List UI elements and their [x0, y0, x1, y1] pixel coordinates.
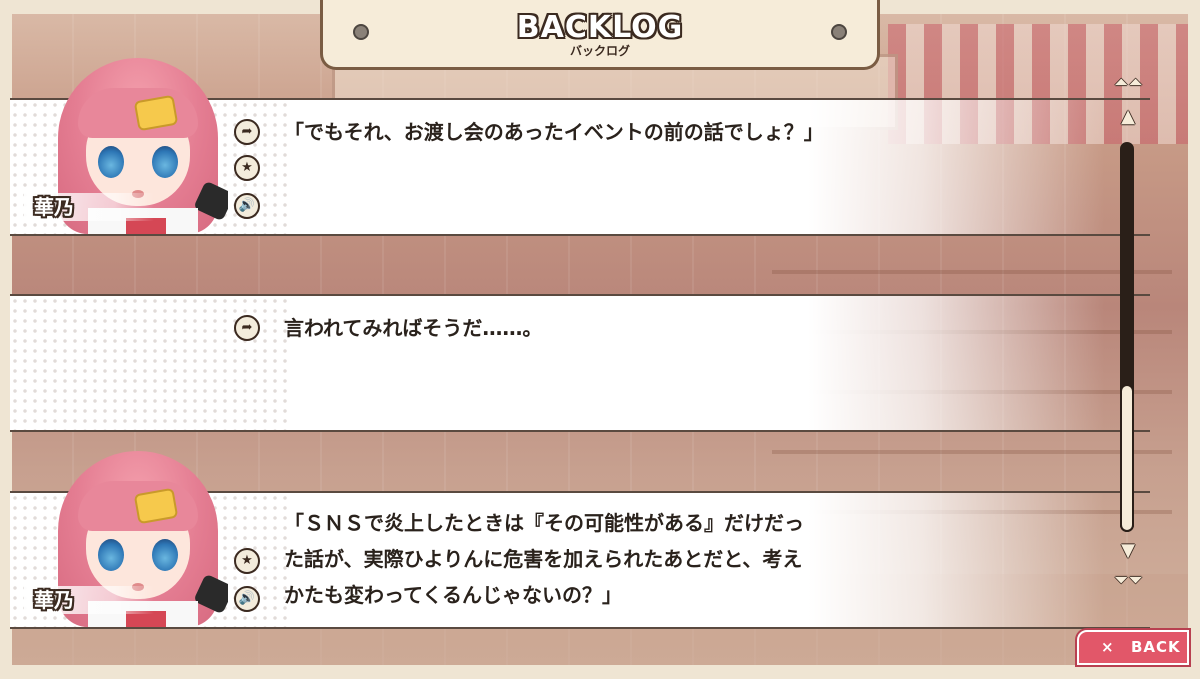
jump-icon[interactable]: ➦ [234, 119, 260, 145]
header-tab: BACKLOG バックログ [320, 0, 880, 70]
back-button-label: BACK [1131, 638, 1181, 656]
back-button[interactable]: × BACK [1077, 630, 1189, 665]
dialogue-line: かたも変わってくるんじゃないの？」 [284, 583, 622, 607]
page-subtitle: バックログ [569, 44, 630, 58]
speaker-name: 華乃 [24, 586, 154, 614]
scrollbar-thumb[interactable] [1120, 384, 1134, 532]
voice-icon[interactable]: 🔊 [234, 586, 260, 612]
speaker-name: 華乃 [24, 193, 154, 221]
scroll-to-bottom-button[interactable]: ⏷⏷ [1114, 572, 1143, 590]
dialogue-line: 「ＳＮＳで炎上したときは『その可能性がある』だけだっ [284, 511, 804, 535]
jump-icon[interactable]: ➦ [234, 315, 260, 341]
scroll-down-button[interactable]: ▼ [1114, 542, 1142, 560]
favorite-icon[interactable]: ★ [234, 548, 260, 574]
scroll-to-top-button[interactable]: ⏶⏶ [1114, 74, 1143, 92]
backlog-frame: BACKLOG バックログ 華乃 ➦ ★ 🔊 「でもそれ、お渡し会のあったイベン… [0, 0, 1200, 679]
dialogue-line: た話が、実際ひよりんに危害を加えられたあとだと、考え [284, 547, 803, 571]
backlog-entry: ➦ 言われてみればそうだ……。 [10, 294, 1150, 432]
page-title: BACKLOG [516, 10, 684, 45]
dialogue-line: 「でもそれ、お渡し会のあったイベントの前の話でしょ？」 [284, 120, 824, 144]
close-icon: × [1101, 638, 1114, 656]
favorite-icon[interactable]: ★ [234, 155, 260, 181]
dialogue-line: 言われてみればそうだ……。 [284, 316, 543, 340]
voice-icon[interactable]: 🔊 [234, 193, 260, 219]
backlog-entry: 華乃 ➦ ★ 🔊 「でもそれ、お渡し会のあったイベントの前の話でしょ？」 [10, 58, 1150, 236]
backlog-entry: 華乃 ★ 🔊 「ＳＮＳで炎上したときは『その可能性がある』だけだっ た話が、実際… [10, 451, 1150, 629]
scroll-up-button[interactable]: ▲ [1114, 108, 1142, 126]
